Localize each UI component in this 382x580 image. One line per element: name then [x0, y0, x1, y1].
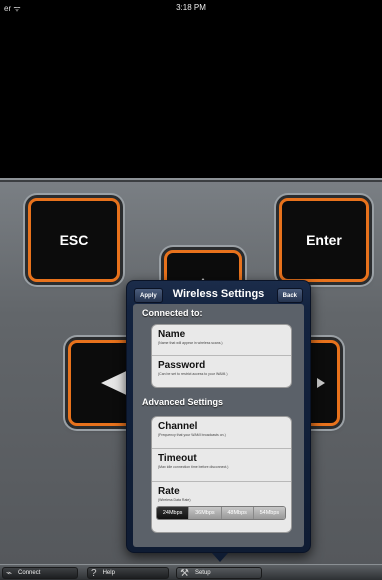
status-time: 3:18 PM [176, 3, 206, 12]
tab-setup-label: Setup [194, 570, 211, 576]
rate-row-title: Rate [158, 486, 180, 497]
timeout-row-subtitle: (Max idle connection time before disconn… [158, 465, 229, 469]
connected-group: Name (Name that will appear in wireless … [151, 324, 292, 388]
password-row[interactable]: Password (Can be set to restrict access … [152, 356, 291, 387]
advanced-section-heading: Advanced Settings [142, 397, 224, 407]
tab-connect[interactable]: ⌁ Connect [2, 567, 78, 579]
wrench-icon: ⚒ [180, 567, 189, 579]
rate-row: Rate (Wireless Data Rate) 24Mbps 36Mbps … [152, 482, 291, 532]
channel-row-title: Channel [158, 421, 198, 432]
enter-button[interactable]: Enter [279, 198, 369, 282]
timeout-row-title: Timeout [158, 453, 197, 464]
connected-section-heading: Connected to: [142, 308, 203, 318]
popover-body: Connected to: Name (Name that will appea… [133, 304, 304, 547]
name-row-subtitle: (Name that will appear in wireless scans… [158, 341, 223, 345]
channel-row[interactable]: Channel (Frequency that your WAMI broadc… [152, 417, 291, 449]
tab-connect-label: Connect [18, 570, 41, 576]
bottom-tab-bar: ⌁ Connect ? Help ⚒ Setup [0, 564, 382, 580]
enter-label: Enter [306, 232, 342, 248]
popover-arrow [212, 553, 228, 562]
advanced-group: Channel (Frequency that your WAMI broadc… [151, 416, 292, 533]
rate-segmented-control: 24Mbps 36Mbps 48Mbps 54Mbps [156, 506, 286, 520]
connect-icon: ⌁ [6, 567, 13, 579]
name-row[interactable]: Name (Name that will appear in wireless … [152, 325, 291, 356]
video-display-area [0, 14, 382, 178]
status-bar: er ᯤ 3:18 PM [0, 0, 382, 14]
rate-row-subtitle: (Wireless Data Rate) [158, 498, 191, 502]
tab-help[interactable]: ? Help [87, 567, 169, 579]
esc-label: ESC [59, 232, 89, 248]
channel-row-subtitle: (Frequency that your WAMI broadcasts on.… [158, 433, 226, 437]
tab-help-label: Help [102, 570, 115, 576]
timeout-row[interactable]: Timeout (Max idle connection time before… [152, 449, 291, 482]
password-row-subtitle: (Can be set to restrict access to your W… [158, 372, 228, 376]
wireless-settings-popover: Apply Wireless Settings Back Connected t… [126, 280, 311, 553]
right-arrow-icon [316, 378, 325, 388]
rate-option-54[interactable]: 54Mbps [253, 507, 285, 519]
esc-button[interactable]: ESC [28, 198, 120, 282]
back-button[interactable]: Back [276, 288, 303, 303]
tab-setup[interactable]: ⚒ Setup [176, 567, 262, 579]
name-row-title: Name [158, 329, 186, 340]
rate-option-48[interactable]: 48Mbps [221, 507, 254, 519]
rate-option-24[interactable]: 24Mbps [157, 507, 190, 519]
help-icon: ? [91, 567, 97, 579]
password-row-title: Password [158, 360, 206, 371]
rate-option-36[interactable]: 36Mbps [189, 507, 222, 519]
